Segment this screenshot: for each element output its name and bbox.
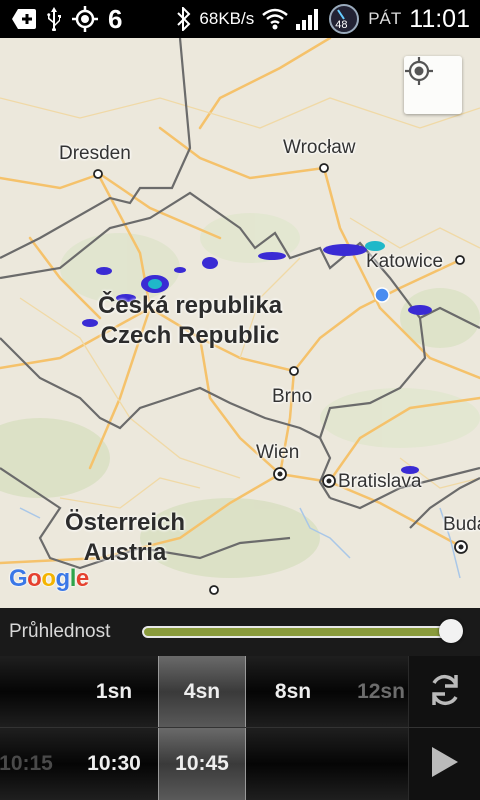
- time-option[interactable]: 10:15: [0, 728, 70, 800]
- timespan-selector[interactable]: 1sn 4sn 8sn 12sn: [0, 656, 408, 728]
- timespan-option[interactable]: 8sn: [249, 656, 337, 728]
- country-label-austria: Österreich Austria: [40, 508, 210, 568]
- country-label-czech: Česká republika Czech Republic: [70, 291, 310, 351]
- place-label-budapest: Budape: [443, 514, 480, 535]
- place-label-wroclaw: Wrocław: [283, 137, 356, 158]
- country-name-english: Czech Republic: [100, 322, 280, 349]
- refresh-button[interactable]: [408, 656, 480, 728]
- speedometer-icon: 48: [328, 3, 360, 35]
- place-label-bratislava: Bratislava: [338, 471, 422, 492]
- status-day: PÁT: [368, 9, 402, 28]
- place-label-dresden: Dresden: [59, 143, 131, 164]
- refresh-icon: [426, 671, 464, 714]
- timespan-option-selected[interactable]: 4sn: [158, 656, 246, 728]
- place-label-brno: Brno: [272, 386, 313, 407]
- place-label-wien: Wien: [256, 442, 300, 463]
- transparency-panel: Průhlednost: [0, 608, 480, 656]
- status-bar: 6 68KB/s 48 PÁT 11:01: [0, 0, 480, 38]
- time-option-selected[interactable]: 10:45: [158, 728, 246, 800]
- network-speed: 68KB/s: [199, 9, 255, 28]
- country-name-local: Česká republika: [97, 292, 283, 319]
- play-icon: [430, 745, 460, 784]
- country-name-local: Österreich: [64, 509, 186, 536]
- timespan-option[interactable]: 1sn: [70, 656, 158, 728]
- transparency-slider-knob[interactable]: [439, 619, 463, 643]
- transparency-slider[interactable]: [142, 626, 452, 638]
- signal-icon: [296, 8, 320, 30]
- radar-map[interactable]: Dresden Wrocław Katowice Brno Wien Brati…: [0, 38, 480, 608]
- notification-count: 6: [108, 3, 123, 34]
- bluetooth-icon: [177, 7, 191, 31]
- status-clock: 11:01: [409, 4, 470, 33]
- usb-icon: [46, 7, 62, 31]
- my-location-button[interactable]: [404, 56, 462, 114]
- place-label-katowice: Katowice: [366, 251, 444, 272]
- speed-badge: 48: [335, 19, 348, 31]
- country-name-english: Austria: [83, 539, 167, 566]
- current-location-dot: [374, 287, 390, 303]
- google-logo: Google: [9, 565, 89, 592]
- play-button[interactable]: [408, 728, 480, 800]
- time-selector[interactable]: 10:15 10:30 10:45: [0, 728, 408, 800]
- timespan-option[interactable]: 12sn: [337, 656, 408, 728]
- time-option[interactable]: 10:30: [70, 728, 158, 800]
- gps-icon: [72, 6, 98, 32]
- transparency-label: Průhlednost: [9, 621, 111, 642]
- wifi-icon: [262, 8, 289, 30]
- add-notification-icon: [12, 9, 36, 29]
